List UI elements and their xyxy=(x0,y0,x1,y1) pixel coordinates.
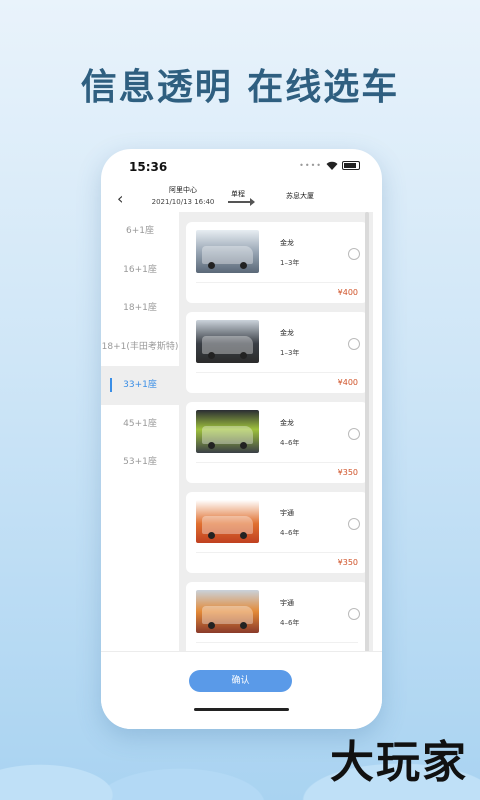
select-radio[interactable] xyxy=(348,248,360,260)
page-headline: 信息透明 在线选车 xyxy=(80,67,400,108)
sidebar-item-coaster[interactable]: 18+1(丰田考斯特) xyxy=(101,328,179,367)
vehicle-card[interactable]: 金龙 1–3年 ¥400 xyxy=(186,222,368,303)
vehicle-card[interactable]: 宇通 4–6年 xyxy=(186,582,368,651)
bus-photo xyxy=(196,410,259,453)
vehicle-price: ¥400 xyxy=(337,288,358,297)
confirm-button[interactable]: 确认 xyxy=(189,670,292,692)
bus-photo xyxy=(196,500,259,543)
destination-place: 苏息大厦 xyxy=(286,192,314,200)
arrow-right-icon xyxy=(228,198,255,206)
sidebar-item-16-seat[interactable]: 16+1座 xyxy=(101,251,179,290)
scrollbar[interactable] xyxy=(365,212,369,652)
status-time: 15:36 xyxy=(129,160,168,174)
status-bar: 15:36 •••• xyxy=(101,149,382,185)
vehicle-price: ¥350 xyxy=(337,558,358,567)
vehicle-age: 1–3年 xyxy=(280,259,300,267)
vehicle-brand: 宇通 xyxy=(280,599,294,607)
vehicle-list: 金龙 1–3年 ¥400 金龙 1–3年 ¥400 金龙 4–6年 ¥350 宇… xyxy=(179,212,373,651)
divider xyxy=(196,282,358,283)
battery-icon xyxy=(342,161,360,170)
bus-photo xyxy=(196,590,259,633)
vehicle-card[interactable]: 宇通 4–6年 ¥350 xyxy=(186,492,368,573)
origin-place: 阿里中心 xyxy=(169,186,197,194)
divider xyxy=(196,372,358,373)
vehicle-brand: 金龙 xyxy=(280,329,294,337)
vehicle-age: 4–6年 xyxy=(280,529,300,537)
select-radio[interactable] xyxy=(348,518,360,530)
sidebar-item-18-seat[interactable]: 18+1座 xyxy=(101,289,179,328)
vehicle-price: ¥400 xyxy=(337,378,358,387)
vehicle-brand: 金龙 xyxy=(280,239,294,247)
sidebar-item-33-seat[interactable]: 33+1座 xyxy=(101,366,179,405)
phone-frame: 15:36 •••• ‹ 阿里中心 2021/10/13 16:40 单程 苏息… xyxy=(101,149,382,729)
select-radio[interactable] xyxy=(348,608,360,620)
bus-photo xyxy=(196,320,259,363)
vehicle-card[interactable]: 金龙 4–6年 ¥350 xyxy=(186,402,368,483)
vehicle-age: 4–6年 xyxy=(280,619,300,627)
signal-icon: •••• xyxy=(299,161,322,170)
bus-photo xyxy=(196,230,259,273)
seat-category-sidebar: 6+1座 16+1座 18+1座 18+1(丰田考斯特) 33+1座 45+1座… xyxy=(101,212,179,651)
departure-date: 2021/10/13 16:40 xyxy=(151,198,215,206)
sidebar-item-45-seat[interactable]: 45+1座 xyxy=(101,405,179,444)
divider xyxy=(196,552,358,553)
back-chevron-icon[interactable]: ‹ xyxy=(117,189,123,208)
vehicle-card[interactable]: 金龙 1–3年 ¥400 xyxy=(186,312,368,393)
origin-block: 阿里中心 2021/10/13 16:40 xyxy=(143,185,223,206)
bottom-bar: 确认 xyxy=(101,651,382,729)
divider xyxy=(196,462,358,463)
vehicle-brand: 金龙 xyxy=(280,419,294,427)
route-header: ‹ 阿里中心 2021/10/13 16:40 单程 苏息大厦 xyxy=(101,185,382,213)
vehicle-age: 1–3年 xyxy=(280,349,300,357)
vehicle-brand: 宇通 xyxy=(280,509,294,517)
vehicle-price: ¥350 xyxy=(337,468,358,477)
divider xyxy=(196,642,358,643)
home-indicator xyxy=(194,708,289,711)
status-icons: •••• xyxy=(299,161,360,170)
select-radio[interactable] xyxy=(348,338,360,350)
trip-type: 单程 xyxy=(231,190,245,198)
select-radio[interactable] xyxy=(348,428,360,440)
vehicle-age: 4–6年 xyxy=(280,439,300,447)
sidebar-item-6-seat[interactable]: 6+1座 xyxy=(101,212,179,251)
wifi-icon xyxy=(326,161,338,170)
watermark-logo: 大玩家 xyxy=(330,737,468,788)
sidebar-item-53-seat[interactable]: 53+1座 xyxy=(101,443,179,482)
